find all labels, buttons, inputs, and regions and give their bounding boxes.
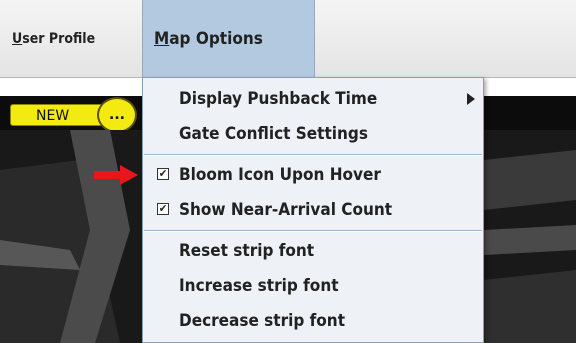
- submenu-arrow-icon: [467, 93, 475, 105]
- menu-item-label: Show Near-Arrival Count: [179, 200, 393, 220]
- menu-item-show-near-arrival-count[interactable]: ✔ Show Near-Arrival Count: [143, 195, 483, 225]
- menu-item-gate-conflict-settings[interactable]: Gate Conflict Settings: [143, 119, 483, 149]
- menu-user-profile[interactable]: User Profile: [0, 0, 142, 77]
- menu-item-decrease-strip-font[interactable]: Decrease strip font: [143, 306, 483, 336]
- menu-map-options[interactable]: Map Options: [142, 0, 315, 77]
- menu-item-label: Reset strip font: [179, 241, 315, 261]
- menu-separator: [144, 230, 482, 232]
- menu-item-label: Increase strip font: [179, 276, 339, 296]
- menu-map-options-label: ap Options: [169, 28, 263, 49]
- map-taxiway-shape: [484, 270, 576, 343]
- menu-user-profile-label: ser Profile: [22, 30, 96, 47]
- map-options-menu: Display Pushback Time Gate Conflict Sett…: [142, 77, 484, 343]
- map-taxiway-shape: [484, 225, 576, 255]
- menu-item-bloom-icon-upon-hover[interactable]: ✔ Bloom Icon Upon Hover: [143, 160, 483, 190]
- menu-item-display-pushback-time[interactable]: Display Pushback Time: [143, 84, 483, 114]
- checkbox-icon: ✔: [157, 202, 169, 215]
- more-options-label: ...: [109, 107, 125, 123]
- menu-item-label: Decrease strip font: [179, 311, 346, 331]
- menu-item-increase-strip-font[interactable]: Increase strip font: [143, 271, 483, 301]
- menu-separator: [144, 154, 482, 156]
- menu-item-label: Gate Conflict Settings: [179, 124, 368, 144]
- red-arrow-icon: [94, 165, 138, 185]
- more-options-button[interactable]: ...: [97, 97, 137, 133]
- menu-map-options-mnemonic: M: [154, 28, 170, 49]
- checkbox-icon: ✔: [157, 167, 169, 180]
- menu-user-profile-mnemonic: U: [12, 30, 23, 47]
- map-taxiway-shape: [484, 150, 576, 210]
- menu-item-label: Display Pushback Time: [179, 89, 378, 109]
- menu-item-label: Bloom Icon Upon Hover: [179, 165, 381, 185]
- new-button-label: NEW: [36, 108, 70, 124]
- menu-item-reset-strip-font[interactable]: Reset strip font: [143, 236, 483, 266]
